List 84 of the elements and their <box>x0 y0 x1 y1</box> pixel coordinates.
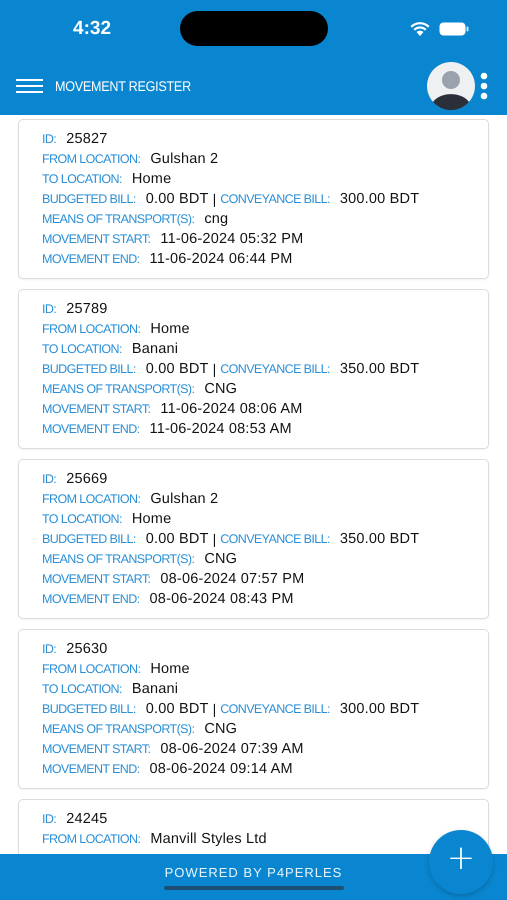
field-value: 08-06-2024 08:43 PM <box>150 591 294 607</box>
separator: | <box>212 361 216 377</box>
field-label: BUDGETED BILL: <box>42 362 136 376</box>
avatar[interactable] <box>427 62 475 110</box>
field-value: 0.00 BDT <box>146 361 209 377</box>
field-value: 11-06-2024 08:06 AM <box>160 401 303 417</box>
field-value: 25630 <box>66 641 108 657</box>
field-value: Manvill Styles Ltd <box>150 831 267 847</box>
field-value: 11-06-2024 06:44 PM <box>150 251 293 267</box>
field-label: TO LOCATION: <box>42 342 122 356</box>
field-label: MOVEMENT END: <box>42 252 140 266</box>
field-value: 0.00 BDT <box>146 701 209 717</box>
field-label: MEANS OF TRANSPORT(S): <box>42 552 194 566</box>
field-label: CONVEYANCE BILL: <box>220 362 330 376</box>
field-label: MOVEMENT START: <box>42 742 150 756</box>
field-label: CONVEYANCE BILL: <box>220 532 330 546</box>
field-value: Home <box>132 171 172 187</box>
field-label: FROM LOCATION: <box>42 662 140 676</box>
separator: | <box>212 191 216 207</box>
field-value: 11-06-2024 05:32 PM <box>160 231 304 247</box>
movement-card[interactable]: ID: 25630 FROM LOCATION: Home TO LOCATION: Banani BUDGETED BILL: 0.00 BDT | CONVEYANCE BILL: 300.00 BDT MEANS OF TRANSPORT(S): CNG MOVEMENT START: 08-06-2024 07:39 AM MOVEMENT END: 08-06-2024 09:14 AM <box>18 629 489 789</box>
wifi-icon <box>409 20 431 36</box>
field-value: Home <box>132 511 172 527</box>
field-label: MOVEMENT END: <box>42 762 140 776</box>
field-label: ID: <box>42 812 56 826</box>
field-label: FROM LOCATION: <box>42 832 140 846</box>
field-value: 08-06-2024 07:39 AM <box>160 741 304 757</box>
field-label: BUDGETED BILL: <box>42 532 136 546</box>
field-value: CNG <box>204 551 238 567</box>
field-label: ID: <box>42 472 56 486</box>
field-value: 24245 <box>66 811 108 827</box>
field-label: MOVEMENT END: <box>42 422 140 436</box>
field-label: MOVEMENT START: <box>42 402 150 416</box>
field-label: CONVEYANCE BILL: <box>220 192 330 206</box>
field-value: cng <box>204 211 228 227</box>
field-label: TO LOCATION: <box>42 682 122 696</box>
field-label: MOVEMENT START: <box>42 232 150 246</box>
field-label: MOVEMENT START: <box>42 572 150 586</box>
field-value: 25669 <box>66 471 108 487</box>
field-value: 0.00 BDT <box>146 191 209 207</box>
field-value: Gulshan 2 <box>150 491 218 507</box>
field-value: CNG <box>204 721 238 737</box>
battery-icon <box>439 22 469 36</box>
field-label: TO LOCATION: <box>42 512 122 526</box>
field-label: ID: <box>42 642 56 656</box>
field-label: ID: <box>42 302 56 316</box>
field-label: FROM LOCATION: <box>42 322 140 336</box>
movement-card[interactable]: ID: 25789 FROM LOCATION: Home TO LOCATION: Banani BUDGETED BILL: 0.00 BDT | CONVEYANCE BILL: 350.00 BDT MEANS OF TRANSPORT(S): CNG MOVEMENT START: 11-06-2024 08:06 AM MOVEMENT END: 11-06-2024 08:53 AM <box>18 289 489 449</box>
field-value: Home <box>150 321 190 337</box>
field-label: FROM LOCATION: <box>42 492 140 506</box>
field-label: MEANS OF TRANSPORT(S): <box>42 212 194 226</box>
field-value: 0.00 BDT <box>146 531 209 547</box>
field-label: MEANS OF TRANSPORT(S): <box>42 382 194 396</box>
field-label: BUDGETED BILL: <box>42 702 136 716</box>
field-value: 350.00 BDT <box>340 361 420 377</box>
field-value: Gulshan 2 <box>150 151 218 167</box>
powered-by-text: POWERED BY P4PERLES <box>164 864 342 880</box>
movement-card[interactable] <box>18 119 489 279</box>
field-value: 350.00 BDT <box>340 531 420 547</box>
field-label: CONVEYANCE BILL: <box>220 702 330 716</box>
field-value: 25789 <box>66 301 108 317</box>
field-value: Banani <box>132 681 178 697</box>
field-label: FROM LOCATION: <box>42 152 140 166</box>
field-value: 08-06-2024 07:57 PM <box>160 571 304 587</box>
field-value: 11-06-2024 08:53 AM <box>150 421 292 437</box>
field-value: CNG <box>204 381 238 397</box>
menu-icon[interactable] <box>16 78 43 94</box>
field-value: Banani <box>132 341 178 357</box>
field-label: MOVEMENT END: <box>42 592 140 606</box>
more-icon[interactable] <box>480 72 488 100</box>
field-label: MEANS OF TRANSPORT(S): <box>42 722 194 736</box>
field-value: 25827 <box>66 131 108 147</box>
field-label: ID: <box>42 132 56 146</box>
movement-card[interactable] <box>18 459 489 619</box>
field-value: 300.00 BDT <box>340 701 420 717</box>
field-label: TO LOCATION: <box>42 172 122 186</box>
field-value: 08-06-2024 09:14 AM <box>150 761 293 777</box>
status-time: 4:32 <box>73 18 112 40</box>
field-value: 300.00 BDT <box>340 191 420 207</box>
separator: | <box>212 531 216 547</box>
field-value: Home <box>150 661 190 677</box>
field-label: BUDGETED BILL: <box>42 192 136 206</box>
separator: | <box>212 701 216 717</box>
page-title: MOVEMENT REGISTER <box>55 78 191 94</box>
